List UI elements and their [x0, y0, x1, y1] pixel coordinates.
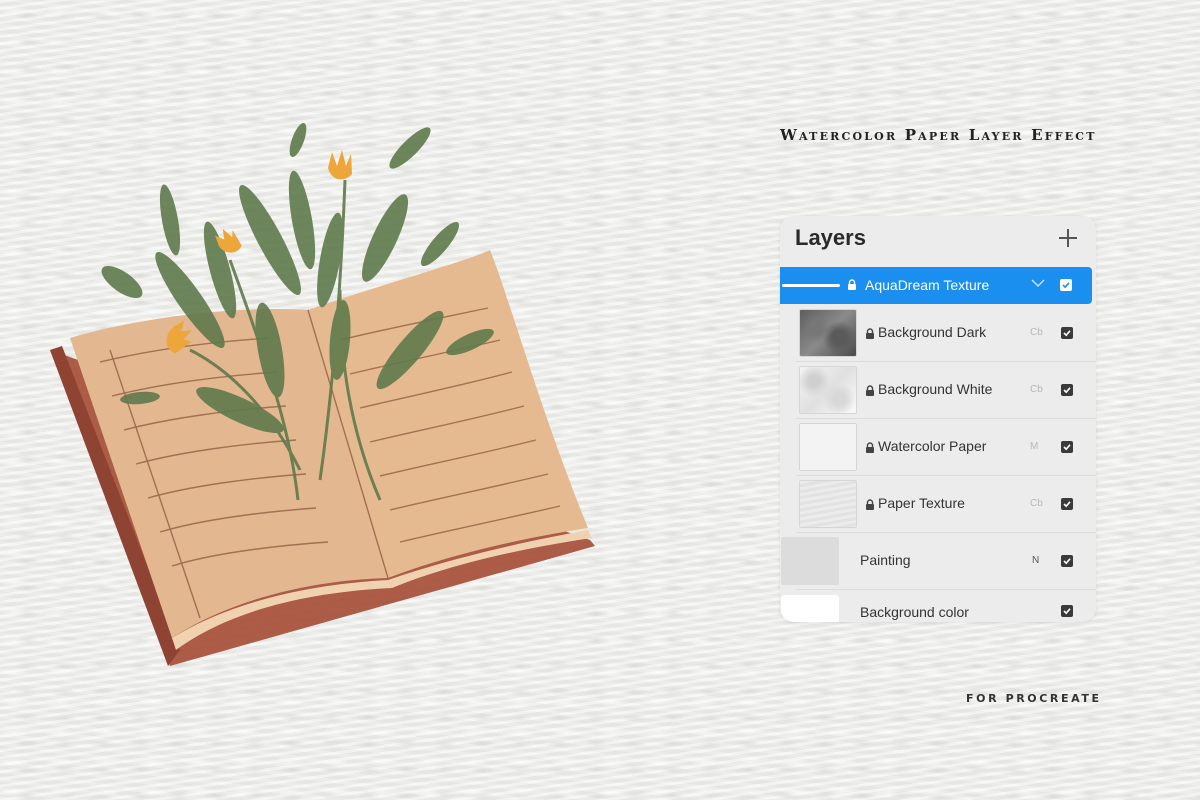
- layer-row-background-dark[interactable]: Background Dark Cb: [780, 306, 1096, 362]
- layer-thumbnail: [781, 537, 839, 585]
- layers-panel: Layers AquaDream Texture Background Dark…: [780, 216, 1096, 622]
- blend-mode-label[interactable]: Cb: [1030, 384, 1043, 395]
- layer-row-background-color[interactable]: Background color: [780, 591, 1096, 622]
- layer-name: Background White: [878, 381, 993, 397]
- footer-label: FOR PROCREATE: [966, 692, 1102, 705]
- checkmark-icon: [1063, 608, 1071, 615]
- lock-icon: [866, 442, 874, 453]
- layer-visibility-checkbox[interactable]: [1061, 384, 1073, 396]
- layer-visibility-checkbox[interactable]: [1061, 555, 1073, 567]
- headline: Watercolor Paper Layer Effect: [780, 126, 1097, 144]
- lock-icon: [866, 499, 874, 510]
- layer-visibility-checkbox[interactable]: [1061, 498, 1073, 510]
- checkmark-icon: [1063, 501, 1071, 508]
- layers-panel-title: Layers: [795, 225, 866, 250]
- blend-mode-label[interactable]: M: [1030, 441, 1038, 452]
- layer-thumbnail: [799, 480, 857, 528]
- layer-visibility-checkbox[interactable]: [1061, 441, 1073, 453]
- layer-name: Paper Texture: [878, 495, 965, 511]
- layer-group-visibility-checkbox[interactable]: [1060, 279, 1072, 291]
- checkmark-icon: [1063, 330, 1071, 337]
- layer-visibility-checkbox[interactable]: [1061, 605, 1073, 617]
- layer-thumbnail: [799, 309, 857, 357]
- group-line-icon: [782, 284, 840, 287]
- layer-row-painting[interactable]: Painting N: [780, 534, 1096, 590]
- layer-row-watercolor-paper[interactable]: Watercolor Paper M: [780, 420, 1096, 476]
- checkmark-icon: [1063, 387, 1071, 394]
- layer-name: Background Dark: [878, 324, 987, 340]
- checkmark-icon: [1063, 444, 1071, 451]
- layers-panel-header: Layers: [780, 216, 1096, 266]
- layer-thumbnail: [799, 366, 857, 414]
- layer-group-row[interactable]: AquaDream Texture: [780, 267, 1092, 304]
- chevron-down-icon[interactable]: [1030, 275, 1046, 291]
- layer-group-name: AquaDream Texture: [865, 277, 990, 293]
- book-plant-illustration: [50, 122, 595, 666]
- plus-icon[interactable]: [1058, 228, 1078, 248]
- checkmark-icon: [1063, 558, 1071, 565]
- layer-row-paper-texture[interactable]: Paper Texture Cb: [780, 477, 1096, 533]
- layer-thumbnail: [799, 423, 857, 471]
- blend-mode-label[interactable]: Cb: [1030, 327, 1043, 338]
- layer-name: Watercolor Paper: [878, 438, 987, 454]
- layer-visibility-checkbox[interactable]: [1061, 327, 1073, 339]
- checkmark-icon: [1062, 282, 1070, 289]
- lock-icon: [866, 385, 874, 396]
- layer-row-background-white[interactable]: Background White Cb: [780, 363, 1096, 419]
- blend-mode-label[interactable]: N: [1032, 555, 1039, 566]
- layer-color-swatch[interactable]: [781, 595, 839, 622]
- layer-name: Background color: [860, 604, 969, 620]
- lock-icon: [848, 279, 856, 290]
- layer-name: Painting: [860, 552, 911, 568]
- blend-mode-label[interactable]: Cb: [1030, 498, 1043, 509]
- lock-icon: [866, 328, 874, 339]
